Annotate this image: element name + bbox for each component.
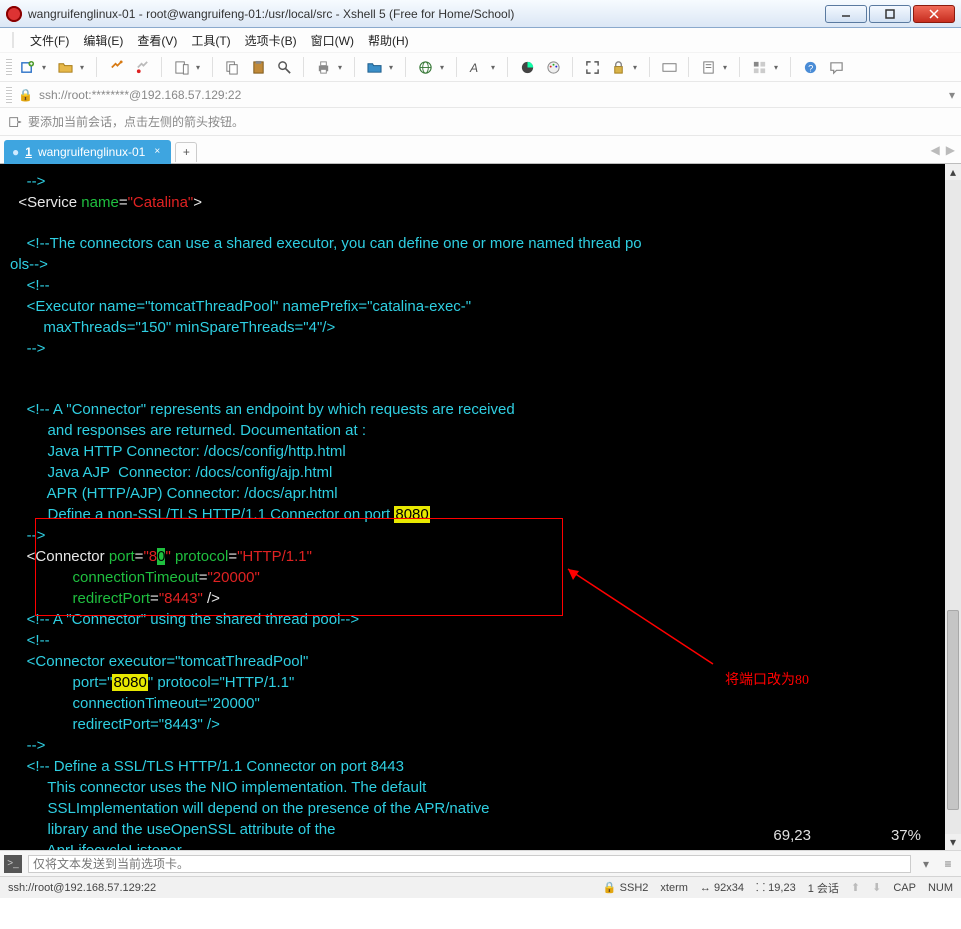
xftp-icon[interactable] <box>363 56 385 78</box>
status-rc: 19,23 <box>768 882 796 894</box>
hint-bar: 要添加当前会话，点击左侧的箭头按钮。 <box>0 108 961 136</box>
toolbar: ▾ ▾ ▾ ▾ ▾ ▾ A ▾ ▾ ▾ ▾ ? <box>0 52 961 82</box>
status-down-arrow-icon: ⬇ <box>872 881 881 894</box>
tab-prev-icon[interactable]: ◀ <box>931 143 940 157</box>
send-bar: >_ ▾ ≡ <box>0 850 961 876</box>
color-scheme-icon[interactable] <box>516 56 538 78</box>
status-num: NUM <box>928 882 953 894</box>
help-icon[interactable]: ? <box>799 56 821 78</box>
title-bar: wangruifenglinux-01 - root@wangruifeng-0… <box>0 0 961 28</box>
new-tab-button[interactable]: + <box>175 142 197 162</box>
session-url[interactable]: ssh://root:********@192.168.57.129:22 <box>39 88 943 102</box>
tab-title: wangruifenglinux-01 <box>38 145 145 159</box>
menu-tools[interactable]: 工具(T) <box>191 32 230 49</box>
globe-icon[interactable] <box>414 56 436 78</box>
script-icon[interactable] <box>697 56 719 78</box>
annotation-box <box>35 518 563 616</box>
app-icon <box>6 6 22 22</box>
tab-close-icon[interactable]: × <box>151 146 163 158</box>
layout-icon[interactable] <box>748 56 770 78</box>
menu-bar: 文件(F) 编辑(E) 查看(V) 工具(T) 选项卡(B) 窗口(W) 帮助(… <box>0 28 961 52</box>
maximize-button[interactable] <box>869 5 911 23</box>
menu-tab[interactable]: 选项卡(B) <box>245 32 297 49</box>
status-bar: ssh://root@192.168.57.129:22 🔒 SSH2 xter… <box>0 876 961 898</box>
font-icon[interactable]: A <box>465 56 487 78</box>
hint-text: 要添加当前会话，点击左侧的箭头按钮。 <box>28 113 244 130</box>
address-bar: 🔒 ssh://root:********@192.168.57.129:22 … <box>0 82 961 108</box>
vim-status: 69,2337% <box>773 826 921 844</box>
svg-text:A: A <box>469 61 478 75</box>
paste-icon[interactable] <box>247 56 269 78</box>
lock-small-icon: 🔒 <box>18 88 33 102</box>
new-session-icon[interactable] <box>16 56 38 78</box>
svg-text:?: ? <box>808 63 813 73</box>
arrow-hint-icon <box>8 115 22 129</box>
send-dropdown-icon[interactable]: ▾ <box>917 855 935 873</box>
menu-view[interactable]: 查看(V) <box>137 32 177 49</box>
send-menu-icon[interactable]: ≡ <box>939 855 957 873</box>
find-icon[interactable] <box>273 56 295 78</box>
keyboard-icon[interactable] <box>658 56 680 78</box>
status-ssh: SSH2 <box>620 882 649 894</box>
menu-help[interactable]: 帮助(H) <box>368 32 409 49</box>
send-mode-icon[interactable]: >_ <box>4 855 22 873</box>
status-connection: ssh://root@192.168.57.129:22 <box>8 882 603 894</box>
status-cap: CAP <box>893 882 916 894</box>
terminal-content: --> <Service name="Catalina"> <!--The co… <box>0 164 961 850</box>
properties-icon[interactable] <box>170 56 192 78</box>
terminal-scrollbar[interactable]: ▴ ▾ <box>945 164 961 850</box>
status-up-arrow-icon: ⬆ <box>851 881 860 894</box>
open-session-icon[interactable] <box>54 56 76 78</box>
scroll-down-icon[interactable]: ▾ <box>945 834 961 850</box>
reconnect-icon[interactable] <box>105 56 127 78</box>
send-input[interactable] <box>28 855 911 873</box>
menu-window[interactable]: 窗口(W) <box>311 32 354 49</box>
annotation-arrow <box>563 564 723 684</box>
status-size: 92x34 <box>714 882 744 894</box>
terminal-pane[interactable]: --> <Service name="Catalina"> <!--The co… <box>0 164 961 850</box>
scroll-up-icon[interactable]: ▴ <box>945 164 961 180</box>
minimize-button[interactable] <box>825 5 867 23</box>
address-dropdown-icon[interactable]: ▾ <box>949 88 955 102</box>
feedback-icon[interactable] <box>825 56 847 78</box>
status-term: xterm <box>660 882 688 894</box>
annotation-text: 将端口改为80 <box>725 669 809 689</box>
menu-file[interactable]: 文件(F) <box>30 32 69 49</box>
session-tab[interactable]: ● 1 wangruifenglinux-01 × <box>4 140 171 164</box>
fullscreen-icon[interactable] <box>581 56 603 78</box>
lock-icon[interactable] <box>607 56 629 78</box>
menu-edit[interactable]: 编辑(E) <box>83 32 123 49</box>
tab-index: 1 <box>25 145 32 159</box>
window-title: wangruifenglinux-01 - root@wangruifeng-0… <box>28 7 823 21</box>
close-button[interactable] <box>913 5 955 23</box>
copy-icon[interactable] <box>221 56 243 78</box>
tab-bar: ● 1 wangruifenglinux-01 × + ◀ ▶ <box>0 136 961 164</box>
print-icon[interactable] <box>312 56 334 78</box>
tab-next-icon[interactable]: ▶ <box>946 143 955 157</box>
disconnect-icon[interactable] <box>131 56 153 78</box>
status-sessions: 1 会话 <box>808 880 839 896</box>
palette-icon[interactable] <box>542 56 564 78</box>
